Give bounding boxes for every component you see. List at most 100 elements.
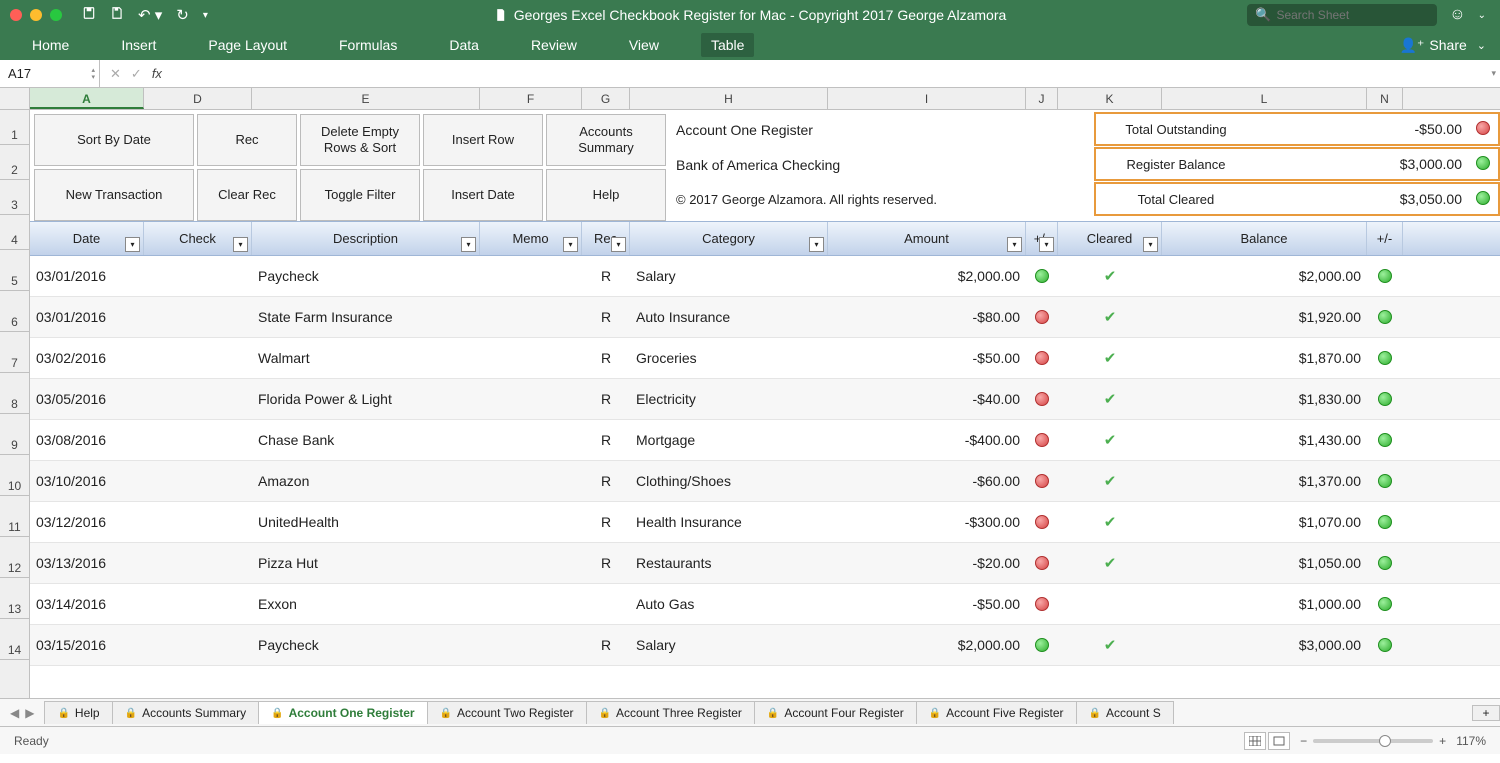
sort-by-date-button[interactable]: Sort By Date: [34, 114, 194, 166]
cell-check[interactable]: [144, 420, 252, 460]
cell-amount-sign[interactable]: [1026, 256, 1058, 296]
cell-description[interactable]: Paycheck: [252, 625, 480, 665]
cell-balance-sign[interactable]: [1367, 461, 1403, 501]
sheet-tab[interactable]: 🔒Account Four Register: [754, 701, 917, 724]
col-header-h[interactable]: H: [630, 88, 828, 109]
cell-amount[interactable]: -$50.00: [828, 338, 1026, 378]
cell-balance-sign[interactable]: [1367, 379, 1403, 419]
cell-cleared[interactable]: ✔: [1058, 502, 1162, 542]
th-amount[interactable]: Amount▾: [828, 222, 1026, 255]
cell-date[interactable]: 03/01/2016: [30, 297, 144, 337]
cell-rec[interactable]: R: [582, 625, 630, 665]
page-layout-view-icon[interactable]: [1268, 732, 1290, 750]
cell-description[interactable]: Pizza Hut: [252, 543, 480, 583]
feedback-icon[interactable]: ☺: [1449, 6, 1465, 24]
cell-date[interactable]: 03/01/2016: [30, 256, 144, 296]
filter-icon[interactable]: ▾: [563, 237, 578, 252]
cell-rec[interactable]: R: [582, 461, 630, 501]
table-row[interactable]: 03/14/2016 Exxon Auto Gas -$50.00 $1,000…: [30, 584, 1500, 625]
cell-description[interactable]: Amazon: [252, 461, 480, 501]
cell-balance-sign[interactable]: [1367, 543, 1403, 583]
search-sheet[interactable]: 🔍: [1247, 4, 1437, 26]
cell-category[interactable]: Electricity: [630, 379, 828, 419]
cell-amount[interactable]: -$50.00: [828, 584, 1026, 624]
delete-empty-rows-button[interactable]: Delete Empty Rows & Sort: [300, 114, 420, 166]
sheet-prev-icon[interactable]: ◀: [10, 706, 19, 720]
cell-date[interactable]: 03/08/2016: [30, 420, 144, 460]
cell-amount-sign[interactable]: [1026, 584, 1058, 624]
table-row[interactable]: 03/08/2016 Chase Bank R Mortgage -$400.0…: [30, 420, 1500, 461]
add-sheet-button[interactable]: +: [1472, 705, 1500, 721]
cell-memo[interactable]: [480, 543, 582, 583]
cell-balance[interactable]: $1,430.00: [1162, 420, 1367, 460]
cancel-formula-icon[interactable]: ✕: [110, 66, 121, 82]
row-header[interactable]: 12: [0, 537, 29, 578]
th-memo[interactable]: Memo▾: [480, 222, 582, 255]
cell-check[interactable]: [144, 502, 252, 542]
cell-cleared[interactable]: ✔: [1058, 379, 1162, 419]
close-window-icon[interactable]: [10, 9, 22, 21]
cell-check[interactable]: [144, 379, 252, 419]
cell-amount[interactable]: $2,000.00: [828, 256, 1026, 296]
cell-description[interactable]: Exxon: [252, 584, 480, 624]
row-header[interactable]: 7: [0, 332, 29, 373]
filter-icon[interactable]: ▾: [1143, 237, 1158, 252]
cell-balance-sign[interactable]: [1367, 502, 1403, 542]
col-header-k[interactable]: K: [1058, 88, 1162, 109]
cell-rec[interactable]: R: [582, 543, 630, 583]
cell-check[interactable]: [144, 584, 252, 624]
col-header-d[interactable]: D: [144, 88, 252, 109]
cell-memo[interactable]: [480, 297, 582, 337]
cell-balance-sign[interactable]: [1367, 338, 1403, 378]
cell-description[interactable]: Chase Bank: [252, 420, 480, 460]
cell-rec[interactable]: R: [582, 338, 630, 378]
cell-description[interactable]: Walmart: [252, 338, 480, 378]
cell-balance-sign[interactable]: [1367, 584, 1403, 624]
accept-formula-icon[interactable]: ✓: [131, 66, 142, 82]
autosave-icon[interactable]: [82, 6, 96, 24]
th-description[interactable]: Description▾: [252, 222, 480, 255]
cell-cleared[interactable]: ✔: [1058, 461, 1162, 501]
cell-category[interactable]: Auto Gas: [630, 584, 828, 624]
clear-rec-button[interactable]: Clear Rec: [197, 169, 297, 221]
th-balance-sign[interactable]: +/-: [1367, 222, 1403, 255]
table-row[interactable]: 03/02/2016 Walmart R Groceries -$50.00 ✔…: [30, 338, 1500, 379]
help-button[interactable]: Help: [546, 169, 666, 221]
cell-memo[interactable]: [480, 625, 582, 665]
sheet-tab[interactable]: 🔒Accounts Summary: [112, 701, 260, 724]
cell-balance[interactable]: $1,370.00: [1162, 461, 1367, 501]
cell-balance-sign[interactable]: [1367, 256, 1403, 296]
cell-cleared[interactable]: ✔: [1058, 338, 1162, 378]
filter-icon[interactable]: ▾: [1039, 237, 1054, 252]
col-header-j[interactable]: J: [1026, 88, 1058, 109]
cell-memo[interactable]: [480, 338, 582, 378]
cell-amount-sign[interactable]: [1026, 461, 1058, 501]
zoom-control[interactable]: − +: [1300, 734, 1446, 748]
select-all-corner[interactable]: [0, 88, 30, 109]
cell-balance[interactable]: $1,070.00: [1162, 502, 1367, 542]
filter-icon[interactable]: ▾: [461, 237, 476, 252]
table-row[interactable]: 03/01/2016 State Farm Insurance R Auto I…: [30, 297, 1500, 338]
tab-formulas[interactable]: Formulas: [329, 33, 407, 57]
cell-amount[interactable]: $2,000.00: [828, 625, 1026, 665]
col-header-e[interactable]: E: [252, 88, 480, 109]
cell-rec[interactable]: R: [582, 420, 630, 460]
row-header[interactable]: 5: [0, 250, 29, 291]
row-header[interactable]: 10: [0, 455, 29, 496]
cell-rec[interactable]: [582, 584, 630, 624]
cell-description[interactable]: State Farm Insurance: [252, 297, 480, 337]
cell-amount[interactable]: -$300.00: [828, 502, 1026, 542]
cell-date[interactable]: 03/15/2016: [30, 625, 144, 665]
undo-icon[interactable]: ↶ ▾: [138, 6, 162, 24]
cell-date[interactable]: 03/14/2016: [30, 584, 144, 624]
cell-date[interactable]: 03/05/2016: [30, 379, 144, 419]
col-header-l[interactable]: L: [1162, 88, 1367, 109]
cell-category[interactable]: Mortgage: [630, 420, 828, 460]
cell-rec[interactable]: R: [582, 502, 630, 542]
cell-cleared[interactable]: ✔: [1058, 625, 1162, 665]
cell-date[interactable]: 03/10/2016: [30, 461, 144, 501]
search-input[interactable]: [1276, 8, 1429, 22]
share-button[interactable]: 👤⁺ Share: [1400, 37, 1467, 54]
filter-icon[interactable]: ▾: [125, 237, 140, 252]
table-row[interactable]: 03/15/2016 Paycheck R Salary $2,000.00 ✔…: [30, 625, 1500, 666]
